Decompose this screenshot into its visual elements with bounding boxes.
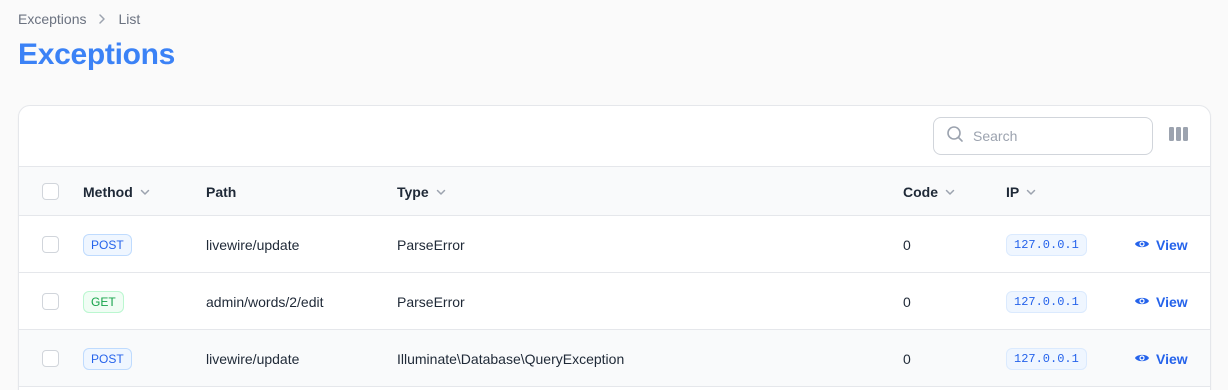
type-cell: ParseError (397, 293, 465, 310)
path-cell: livewire/update (206, 350, 300, 367)
column-code[interactable]: Code (903, 167, 956, 216)
path-cell: livewire/update (206, 236, 300, 253)
column-type[interactable]: Type (397, 167, 447, 216)
type-cell: ParseError (397, 236, 465, 253)
chevron-down-icon (435, 186, 447, 198)
method-badge: POST (83, 347, 132, 370)
chevron-down-icon (139, 186, 151, 198)
breadcrumb-current: List (118, 11, 141, 27)
search-icon (946, 125, 964, 148)
chevron-down-icon (944, 186, 956, 198)
search-input[interactable] (973, 128, 1143, 144)
breadcrumb: Exceptions List (18, 11, 140, 27)
view-link-label: View (1156, 350, 1188, 367)
chevron-right-icon (96, 13, 108, 25)
row-checkbox[interactable] (42, 236, 59, 253)
view-link[interactable]: View (1134, 294, 1188, 310)
code-cell: 0 (903, 236, 911, 253)
ip-badge: 127.0.0.1 (1006, 233, 1087, 256)
column-method-label: Method (83, 183, 133, 200)
type-cell: Illuminate\Database\QueryException (397, 350, 625, 367)
column-code-label: Code (903, 183, 938, 200)
eye-icon (1134, 294, 1150, 310)
table-row[interactable]: POST livewire/update Illuminate\Database… (19, 330, 1210, 387)
page-title: Exceptions (18, 38, 176, 71)
ip-badge: 127.0.0.1 (1006, 347, 1087, 370)
column-method[interactable]: Method (83, 167, 151, 216)
select-all-checkbox[interactable] (42, 183, 59, 200)
chevron-down-icon (1025, 186, 1037, 198)
row-checkbox[interactable] (42, 293, 59, 310)
row-checkbox[interactable] (42, 350, 59, 367)
breadcrumb-parent[interactable]: Exceptions (18, 11, 86, 27)
column-ip[interactable]: IP (1006, 167, 1037, 216)
column-ip-label: IP (1006, 183, 1020, 200)
eye-icon (1134, 237, 1150, 253)
table-row[interactable]: GET admin/words/2/edit ParseError 0 127.… (19, 273, 1210, 330)
path-cell: admin/words/2/edit (206, 293, 324, 310)
view-link-label: View (1156, 293, 1188, 310)
view-link[interactable]: View (1134, 237, 1188, 253)
view-link-label: View (1156, 236, 1188, 253)
search-field[interactable] (933, 117, 1153, 155)
method-badge: POST (83, 233, 132, 256)
column-path: Path (206, 167, 236, 216)
table-header: Method Path Type Code IP (19, 167, 1210, 216)
table-row[interactable]: POST livewire/update ParseError 0 127.0.… (19, 216, 1210, 273)
table-card: Method Path Type Code IP POST livewire/u… (18, 105, 1211, 390)
eye-icon (1134, 351, 1150, 367)
code-cell: 0 (903, 350, 911, 367)
view-link[interactable]: View (1134, 351, 1188, 367)
column-path-label: Path (206, 183, 237, 200)
code-cell: 0 (903, 293, 911, 310)
ip-badge: 127.0.0.1 (1006, 290, 1087, 313)
table-toolbar (19, 106, 1210, 167)
columns-toggle-button[interactable] (1167, 126, 1189, 146)
method-badge: GET (83, 290, 124, 313)
column-type-label: Type (397, 183, 429, 200)
columns-icon (1168, 126, 1188, 147)
